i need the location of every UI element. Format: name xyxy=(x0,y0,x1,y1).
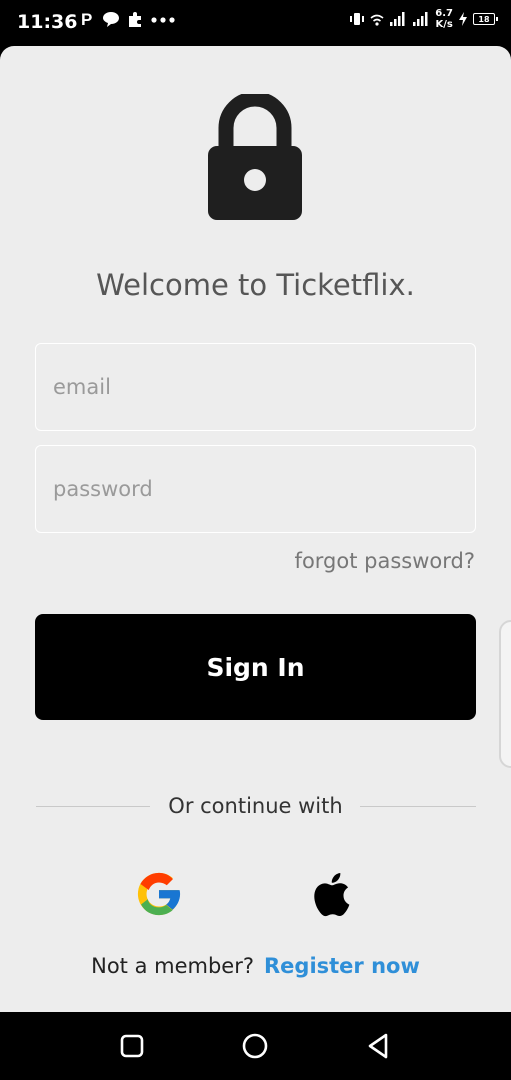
wifi-icon xyxy=(370,14,384,26)
net-speed-value: 6.7 xyxy=(435,8,453,19)
not-member-text: Not a member? xyxy=(91,954,254,978)
more-dots-icon xyxy=(151,17,175,23)
system-icons: 6.7 K/s 18 xyxy=(349,8,498,30)
chat-bubble-icon xyxy=(103,12,119,27)
vibrate-icon xyxy=(350,13,365,25)
apple-icon[interactable] xyxy=(306,867,352,921)
net-speed-unit: K/s xyxy=(435,19,453,30)
google-icon[interactable] xyxy=(136,871,182,917)
navigation-bar xyxy=(0,1012,511,1080)
status-bar: 11:36 P 6.7 K/s 18 xyxy=(0,0,511,46)
lock-icon xyxy=(208,94,302,220)
password-field-container xyxy=(35,445,476,533)
parking-icon: P xyxy=(81,10,92,28)
sign-in-button[interactable]: Sign In xyxy=(35,614,476,720)
email-field-container xyxy=(35,343,476,431)
signal-icon xyxy=(413,12,428,26)
battery-icon: 18 xyxy=(473,13,498,25)
back-icon[interactable] xyxy=(365,1032,393,1060)
password-input[interactable] xyxy=(36,446,475,532)
recent-apps-icon[interactable] xyxy=(118,1032,146,1060)
register-row: Not a member? Register now xyxy=(0,954,511,978)
status-time: 11:36 xyxy=(17,11,78,33)
divider-right xyxy=(360,806,476,807)
charging-icon xyxy=(459,12,467,26)
net-speed: 6.7 K/s xyxy=(435,8,453,30)
home-icon[interactable] xyxy=(241,1032,269,1060)
notification-icons: P xyxy=(80,10,176,28)
edge-panel-handle[interactable] xyxy=(499,620,511,768)
login-screen: Welcome to Ticketflix. forgot password? … xyxy=(0,46,511,1012)
puzzle-icon xyxy=(129,12,141,27)
signal-icon xyxy=(390,12,405,26)
email-input[interactable] xyxy=(36,344,475,430)
welcome-title: Welcome to Ticketflix. xyxy=(96,268,415,302)
svg-text:P: P xyxy=(81,10,92,28)
register-now-link[interactable]: Register now xyxy=(264,954,420,978)
forgot-password-link[interactable]: forgot password? xyxy=(295,549,475,573)
battery-level: 18 xyxy=(478,14,490,24)
